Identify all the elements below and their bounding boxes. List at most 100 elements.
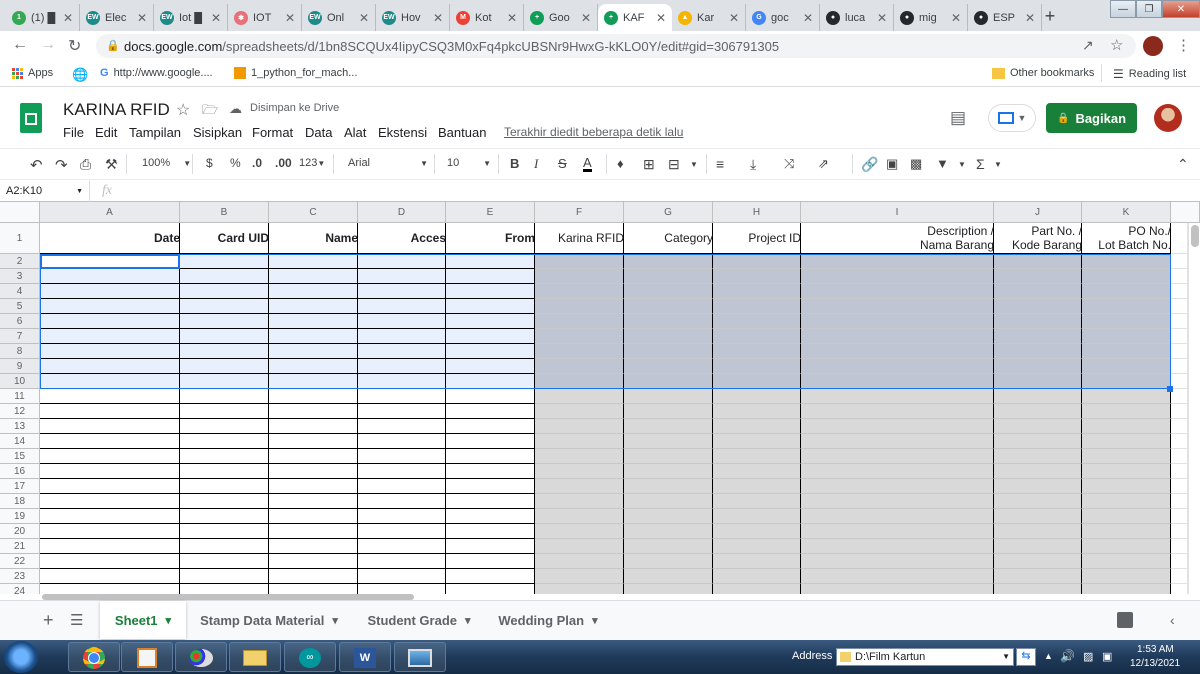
cell[interactable]: [446, 344, 535, 359]
cell[interactable]: [40, 479, 180, 494]
sheet-tab[interactable]: Student Grade ▾: [352, 601, 486, 639]
cell[interactable]: [994, 479, 1082, 494]
cell[interactable]: [358, 539, 446, 554]
cell[interactable]: [40, 284, 180, 299]
row-header[interactable]: 20: [0, 524, 40, 539]
cell[interactable]: [1171, 569, 1188, 584]
cell[interactable]: [1171, 374, 1188, 389]
cell[interactable]: [1171, 299, 1188, 314]
close-tab-icon[interactable]: ✕: [877, 11, 887, 25]
cell[interactable]: [801, 554, 994, 569]
cell[interactable]: [40, 404, 180, 419]
cell[interactable]: [1082, 494, 1171, 509]
cell[interactable]: [801, 269, 994, 284]
cell[interactable]: [535, 449, 624, 464]
cell[interactable]: [180, 539, 269, 554]
cell[interactable]: [269, 569, 358, 584]
forward-icon[interactable]: →: [40, 36, 56, 54]
cell[interactable]: [180, 419, 269, 434]
sheets-logo-icon[interactable]: [20, 103, 42, 133]
cell[interactable]: [40, 344, 180, 359]
cell[interactable]: [624, 539, 713, 554]
browser-tab[interactable]: 1 (1) █ ✕: [6, 4, 80, 31]
menu-edit[interactable]: Edit: [95, 125, 117, 140]
cell[interactable]: [1082, 584, 1171, 594]
cell[interactable]: [713, 479, 801, 494]
cell[interactable]: [994, 524, 1082, 539]
cell[interactable]: [40, 449, 180, 464]
cell[interactable]: [994, 434, 1082, 449]
cell[interactable]: [535, 419, 624, 434]
cell[interactable]: [624, 554, 713, 569]
row-header[interactable]: 16: [0, 464, 40, 479]
currency-button[interactable]: $: [206, 156, 213, 170]
close-tab-icon[interactable]: ✕: [581, 11, 591, 25]
menu-format[interactable]: Format: [252, 125, 293, 140]
cell[interactable]: [180, 494, 269, 509]
cell[interactable]: [1171, 269, 1188, 284]
cell[interactable]: [40, 419, 180, 434]
cell[interactable]: [801, 419, 994, 434]
cell[interactable]: [1082, 509, 1171, 524]
cell[interactable]: [713, 374, 801, 389]
cell[interactable]: [535, 584, 624, 594]
insert-comment-icon[interactable]: ▣: [886, 156, 898, 172]
cell[interactable]: [713, 539, 801, 554]
cell[interactable]: [269, 254, 358, 269]
redo-icon[interactable]: ↷: [55, 156, 68, 174]
address-field[interactable]: D:\Film Kartun ▼: [836, 648, 1014, 666]
cell[interactable]: [624, 344, 713, 359]
cell[interactable]: [1082, 389, 1171, 404]
cell[interactable]: [180, 434, 269, 449]
caret-down-icon[interactable]: ▼: [958, 160, 966, 169]
cell[interactable]: [535, 254, 624, 269]
caret-down-icon[interactable]: ▾: [166, 614, 172, 627]
cell[interactable]: [1171, 584, 1188, 594]
cell[interactable]: [40, 509, 180, 524]
cell[interactable]: [40, 299, 180, 314]
menu-bantuan[interactable]: Bantuan: [438, 125, 486, 140]
cell[interactable]: [1082, 464, 1171, 479]
cell[interactable]: [1082, 329, 1171, 344]
decrease-decimal-button[interactable]: .0: [252, 156, 262, 170]
cell[interactable]: [994, 374, 1082, 389]
cell[interactable]: [1171, 359, 1188, 374]
cell[interactable]: [446, 254, 535, 269]
cell[interactable]: [801, 494, 994, 509]
reading-list[interactable]: ☰ Reading list: [1113, 67, 1186, 81]
cell[interactable]: [713, 314, 801, 329]
insert-chart-icon[interactable]: ▩: [910, 156, 922, 172]
cell[interactable]: [358, 344, 446, 359]
cell[interactable]: [40, 524, 180, 539]
cell[interactable]: [624, 359, 713, 374]
cell[interactable]: [180, 329, 269, 344]
spreadsheet-grid[interactable]: A B C D E F G H I J K 1 2 3 4 5 6 7 8 9 10 11 12 13 14 15 16 17 18 19…: [0, 202, 1200, 594]
taskbar-media-player[interactable]: [121, 642, 173, 672]
cell[interactable]: [269, 389, 358, 404]
cell[interactable]: [713, 359, 801, 374]
cell[interactable]: [535, 464, 624, 479]
bookmark-star-icon[interactable]: ☆: [1110, 36, 1123, 54]
close-tab-icon[interactable]: ✕: [951, 11, 961, 25]
cell[interactable]: [713, 344, 801, 359]
sheet-tab[interactable]: Sheet1 ▾: [100, 601, 186, 639]
collapse-side-panel-icon[interactable]: ‹: [1170, 612, 1175, 628]
cell[interactable]: [358, 479, 446, 494]
profile-avatar[interactable]: [1143, 36, 1163, 56]
cell[interactable]: [180, 479, 269, 494]
cell[interactable]: [994, 329, 1082, 344]
cell[interactable]: [801, 344, 994, 359]
menu-sisipkan[interactable]: Sisipkan: [193, 125, 242, 140]
cell[interactable]: [713, 389, 801, 404]
cell[interactable]: [358, 314, 446, 329]
star-icon[interactable]: ☆: [176, 100, 190, 120]
bookmark-globe[interactable]: 🌐: [72, 67, 88, 83]
close-tab-icon[interactable]: ✕: [656, 11, 666, 25]
cell[interactable]: [269, 539, 358, 554]
cell[interactable]: [269, 404, 358, 419]
cell[interactable]: [713, 404, 801, 419]
cell[interactable]: [269, 299, 358, 314]
cell[interactable]: [269, 479, 358, 494]
horizontal-align-icon[interactable]: ≡: [716, 156, 724, 172]
bookmark-other[interactable]: Other bookmarks: [992, 67, 1094, 79]
